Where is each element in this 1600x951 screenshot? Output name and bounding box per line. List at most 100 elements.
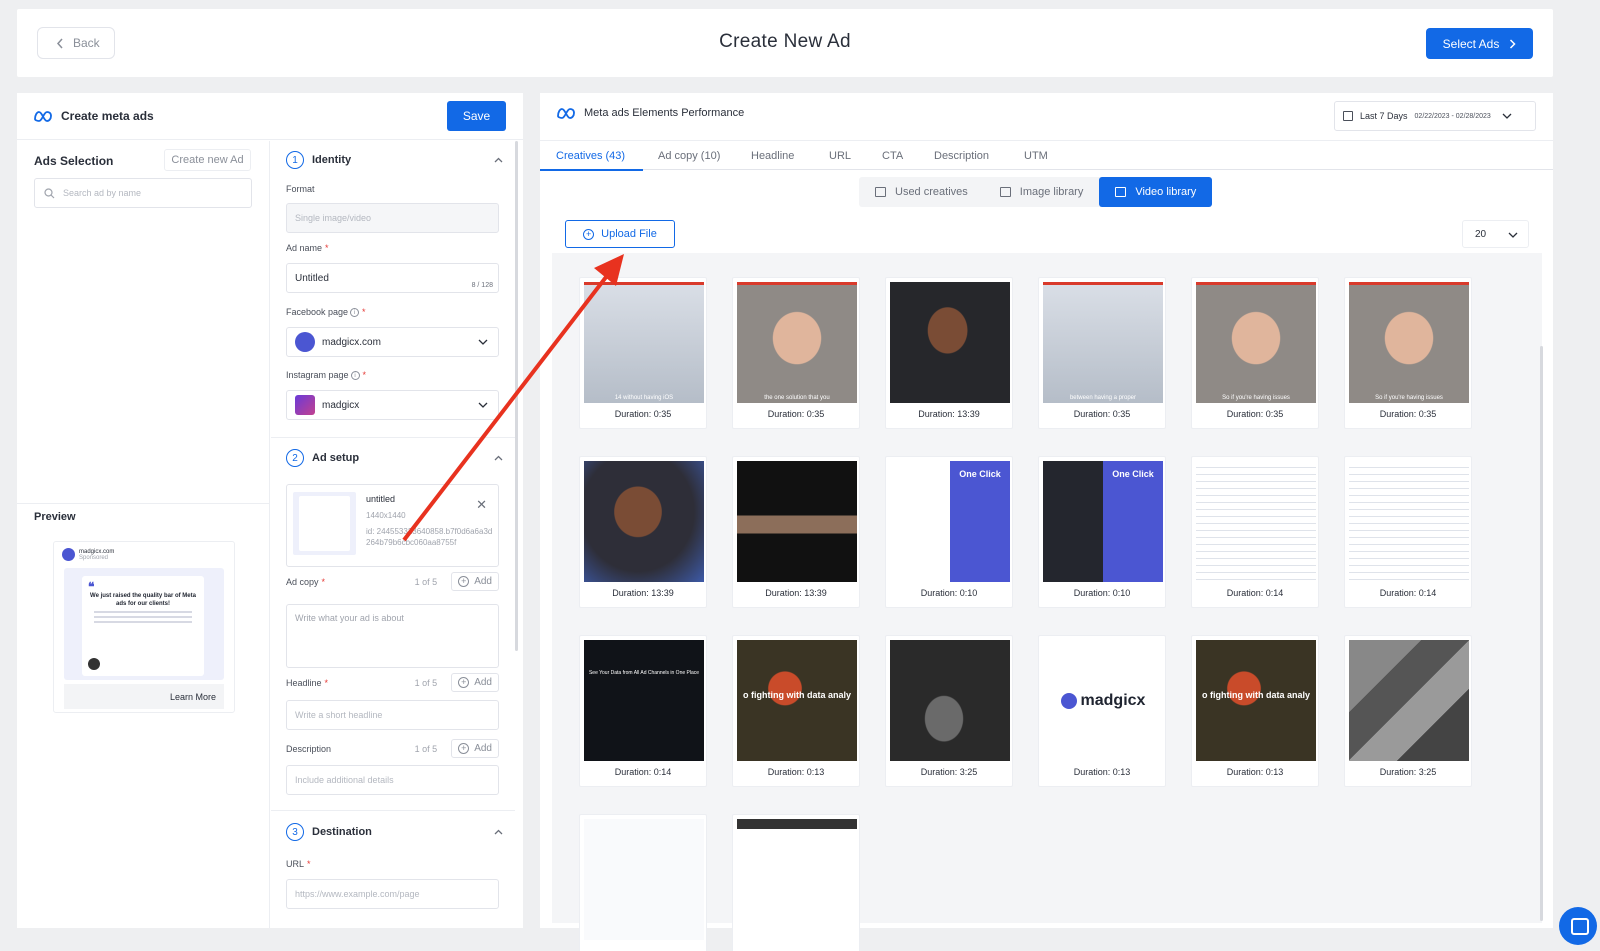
- date-label: Last 7 Days: [1360, 111, 1408, 121]
- text-line: [94, 611, 192, 613]
- video-duration: Duration: 13:39: [765, 588, 827, 598]
- video-tile[interactable]: 14 without having iOS Duration: 0:35: [579, 277, 707, 429]
- select-ads-button[interactable]: Select Ads: [1426, 28, 1533, 59]
- date-range: 02/22/2023 - 02/28/2023: [1414, 112, 1491, 120]
- video-duration: Duration: 0:14: [614, 767, 672, 777]
- facebook-page-select[interactable]: madgicx.com: [286, 327, 499, 357]
- logo-text: madgicx: [1080, 691, 1146, 709]
- description-placeholder: Include additional details: [295, 775, 394, 785]
- info-icon: i: [350, 371, 360, 381]
- video-tile[interactable]: [732, 814, 860, 951]
- instagram-page-label: Instagram page i *: [286, 370, 367, 381]
- video-thumbnail: the one solution that you: [737, 282, 857, 403]
- headline-input[interactable]: Write a short headline: [286, 700, 499, 730]
- facebook-label-text: Facebook page: [286, 307, 349, 317]
- chat-support-button[interactable]: [1559, 907, 1597, 945]
- video-tile[interactable]: One Click Duration: 0:10: [885, 456, 1013, 608]
- tab-utm[interactable]: UTM: [1024, 150, 1048, 162]
- facebook-page-value: madgicx.com: [322, 336, 381, 348]
- section-destination-header[interactable]: 3 Destination: [286, 823, 372, 841]
- video-tile[interactable]: Duration: 3:25: [1344, 635, 1472, 787]
- selected-creative-card[interactable]: untitled 1440x1440 id: 244553323640858.b…: [286, 484, 499, 567]
- save-button[interactable]: Save: [447, 101, 506, 131]
- date-range-picker[interactable]: Last 7 Days 02/22/2023 - 02/28/2023: [1334, 101, 1536, 131]
- chevron-up-icon[interactable]: [494, 157, 503, 163]
- video-tile[interactable]: See Your Data from All Ad Channels in On…: [579, 635, 707, 787]
- page-avatar: [62, 548, 75, 561]
- tab-headline[interactable]: Headline: [751, 150, 794, 162]
- tab-url[interactable]: URL: [829, 150, 851, 162]
- video-tile[interactable]: between having a proper Duration: 0:35: [1038, 277, 1166, 429]
- video-tile[interactable]: the one solution that you Duration: 0:35: [732, 277, 860, 429]
- tab-creatives[interactable]: Creatives (43): [556, 150, 625, 162]
- video-tile[interactable]: madgicx Duration: 0:13: [1038, 635, 1166, 787]
- video-tile[interactable]: [579, 814, 707, 951]
- divider: [271, 810, 515, 811]
- url-placeholder: https://www.example.com/page: [295, 889, 420, 899]
- video-thumbnail: One Click: [890, 461, 1010, 582]
- add-headline-button[interactable]: + Add: [451, 673, 499, 692]
- creative-id: id: 244553323640858.b7f0d6a6a3d264b79b6c…: [366, 527, 493, 547]
- chevron-up-icon[interactable]: [494, 829, 503, 835]
- search-ads-input[interactable]: Search ad by name: [34, 178, 252, 208]
- grid-scrollbar[interactable]: [1540, 346, 1543, 921]
- video-thumbnail: So if you're having issues: [1349, 282, 1469, 403]
- plus-icon: +: [458, 576, 470, 587]
- preview-headline: We just raised the quality bar of Meta a…: [90, 593, 196, 607]
- tab-cta[interactable]: CTA: [882, 150, 903, 162]
- learn-more-button[interactable]: Learn More: [170, 692, 216, 702]
- video-tile[interactable]: Duration: 0:14: [1344, 456, 1472, 608]
- video-duration: Duration: 3:25: [920, 767, 978, 777]
- ad-copy-textarea[interactable]: Write what your ad is about: [286, 604, 499, 668]
- video-tile[interactable]: So if you're having issues Duration: 0:35: [1191, 277, 1319, 429]
- tab-description[interactable]: Description: [934, 150, 989, 162]
- image-library-button[interactable]: Image library: [984, 177, 1100, 207]
- tab-ad-copy[interactable]: Ad copy (10): [658, 150, 720, 162]
- video-tile[interactable]: So if you're having issues Duration: 0:35: [1344, 277, 1472, 429]
- section-identity-header[interactable]: 1 Identity: [286, 151, 351, 169]
- add-description-button[interactable]: + Add: [451, 739, 499, 758]
- video-thumbnail: [737, 819, 857, 940]
- url-input[interactable]: https://www.example.com/page: [286, 879, 499, 909]
- chevron-down-icon: [478, 402, 488, 408]
- upload-file-button[interactable]: + Upload File: [565, 220, 675, 248]
- video-duration: Duration: 3:25: [1379, 767, 1437, 777]
- video-tile[interactable]: o fighting with data analy Duration: 0:13: [732, 635, 860, 787]
- creative-thumbnail-inner: [299, 496, 350, 551]
- image-icon: [999, 187, 1011, 197]
- video-duration: Duration: 0:10: [1073, 588, 1131, 598]
- used-creatives-button[interactable]: Used creatives: [859, 177, 984, 207]
- text-line: [94, 621, 192, 623]
- instagram-page-select[interactable]: madgicx: [286, 390, 499, 420]
- create-new-ad-button[interactable]: Create new Ad: [164, 149, 251, 171]
- preview-sponsored: Sponsored: [79, 554, 109, 561]
- video-tile[interactable]: Duration: 0:14: [1191, 456, 1319, 608]
- chevron-down-icon: [1508, 232, 1518, 238]
- close-icon[interactable]: ✕: [476, 497, 487, 513]
- per-page-select[interactable]: 20: [1462, 220, 1529, 248]
- chevron-up-icon[interactable]: [494, 455, 503, 461]
- ad-name-input[interactable]: Untitled 8 / 128: [286, 263, 499, 293]
- video-tile[interactable]: Duration: 13:39: [885, 277, 1013, 429]
- video-tile[interactable]: Duration: 3:25: [885, 635, 1013, 787]
- page-title: Create New Ad: [719, 31, 851, 52]
- select-ads-label: Select Ads: [1442, 36, 1500, 51]
- top-bar: Back Create New Ad Select Ads: [17, 9, 1553, 77]
- ad-name-label-text: Ad name: [286, 243, 323, 253]
- video-grid: 14 without having iOS Duration: 0:35 the o…: [552, 253, 1542, 951]
- ad-copy-label: Ad copy *: [286, 577, 326, 587]
- video-thumbnail: [1349, 640, 1469, 761]
- video-caption: So if you're having issues: [1375, 395, 1443, 401]
- description-label: Description: [286, 744, 332, 754]
- video-tile[interactable]: o fighting with data analy Duration: 0:13: [1191, 635, 1319, 787]
- form-scrollbar[interactable]: [515, 141, 518, 651]
- video-tile[interactable]: Duration: 13:39: [579, 456, 707, 608]
- add-ad-copy-button[interactable]: + Add: [451, 572, 499, 591]
- instagram-avatar: [295, 395, 315, 415]
- description-input[interactable]: Include additional details: [286, 765, 499, 795]
- video-library-button[interactable]: Video library: [1099, 177, 1213, 207]
- section-ad-setup-header[interactable]: 2 Ad setup: [286, 449, 359, 467]
- info-icon: i: [350, 308, 360, 318]
- video-tile[interactable]: One Click Duration: 0:10: [1038, 456, 1166, 608]
- video-tile[interactable]: Duration: 13:39: [732, 456, 860, 608]
